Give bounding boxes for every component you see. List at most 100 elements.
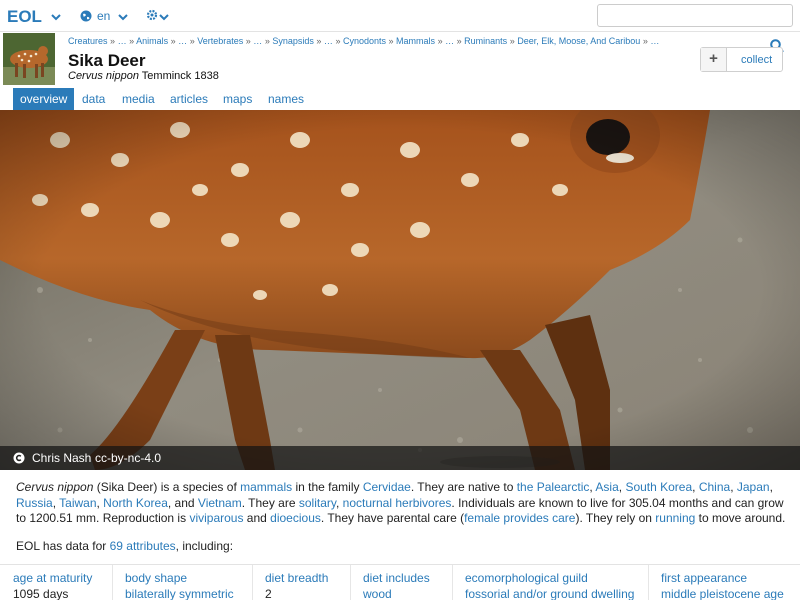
gear-icon[interactable] <box>146 9 158 21</box>
tab-overview[interactable]: overview <box>13 88 75 110</box>
language-selector[interactable]: en <box>97 9 110 23</box>
chevron-down-icon[interactable] <box>159 12 169 22</box>
summary-link[interactable]: nocturnal <box>343 496 392 510</box>
summary-link[interactable]: Asia <box>595 480 618 494</box>
summary-text: and <box>243 511 271 525</box>
breadcrumb-item[interactable]: Deer, Elk, Moose, And Caribou <box>517 36 640 46</box>
breadcrumb-item[interactable]: Ruminants <box>464 36 507 46</box>
breadcrumb-separator: » <box>110 36 116 46</box>
attribute-name[interactable]: diet includes <box>363 571 430 585</box>
summary-text: Cervus nippon <box>16 480 94 494</box>
summary-link[interactable]: Vietnam <box>198 496 242 510</box>
media-license[interactable]: cc-by-nc-4.0 <box>95 451 161 465</box>
media-author[interactable]: Chris Nash <box>32 451 91 465</box>
breadcrumb-item[interactable]: … <box>118 36 127 46</box>
breadcrumb-separator: » <box>129 36 135 46</box>
breadcrumb-separator: » <box>437 36 443 46</box>
column-divider <box>112 565 113 600</box>
attribute-value[interactable]: wood <box>363 587 392 600</box>
eol-logo[interactable]: EOL <box>7 7 43 25</box>
column-divider <box>452 565 453 600</box>
authority-text: Temminck 1838 <box>141 70 219 82</box>
summary-link[interactable]: China <box>699 480 730 494</box>
breadcrumb-item[interactable]: Animals <box>136 36 168 46</box>
summary-text: , <box>730 480 737 494</box>
summary-link[interactable]: Japan <box>737 480 770 494</box>
breadcrumb-item[interactable]: … <box>178 36 187 46</box>
breadcrumb-separator: » <box>456 36 462 46</box>
summary-link[interactable]: North Korea <box>103 496 168 510</box>
attribute-value[interactable]: fossorial and/or ground dwelling <box>465 587 634 600</box>
summary-text: , <box>335 495 343 510</box>
breadcrumb-separator: » <box>335 36 341 46</box>
creative-commons-icon <box>13 452 25 464</box>
attribute-name[interactable]: ecomorphological guild <box>465 571 588 585</box>
breadcrumb-item[interactable]: … <box>445 36 454 46</box>
breadcrumb-separator: » <box>245 36 251 46</box>
breadcrumb-item[interactable]: … <box>324 36 333 46</box>
summary-text: (Sika Deer) is a species of <box>93 480 241 494</box>
breadcrumb-separator: » <box>189 36 195 46</box>
summary-link[interactable]: running <box>655 511 695 525</box>
plus-icon[interactable]: + <box>701 48 727 71</box>
collect-button[interactable]: + collect <box>700 47 783 72</box>
search-input[interactable] <box>597 4 793 27</box>
breadcrumb-item[interactable]: Synapsids <box>272 36 314 46</box>
breadcrumb-separator: » <box>264 36 270 46</box>
attribute-value[interactable]: bilaterally symmetric <box>125 587 234 600</box>
breadcrumb-item[interactable]: … <box>650 36 659 46</box>
summary-link[interactable]: Russia <box>16 496 53 510</box>
summary-text: to move around. <box>695 511 786 525</box>
breadcrumb-item[interactable]: Vertebrates <box>197 36 243 46</box>
tab-articles[interactable]: articles <box>163 88 215 110</box>
breadcrumb-separator: » <box>642 36 648 46</box>
eol-data-intro: EOL has data for 69 attributes, includin… <box>16 539 233 553</box>
attribute-value: 2 <box>265 587 272 600</box>
attributes-link[interactable]: 69 attributes <box>110 539 176 553</box>
attribute-value[interactable]: middle pleistocene age <box>661 587 784 600</box>
tab-media[interactable]: media <box>115 88 162 110</box>
breadcrumb: Creatures » … » Animals » … » Vertebrate… <box>68 36 659 46</box>
tab-maps[interactable]: maps <box>216 88 259 110</box>
breadcrumb-separator: » <box>388 36 394 46</box>
hero-image[interactable] <box>0 110 800 470</box>
attribute-name[interactable]: body shape <box>125 571 187 585</box>
column-divider <box>648 565 649 600</box>
summary-text: ). They rely on <box>575 511 656 525</box>
summary-link[interactable]: Taiwan <box>59 496 96 510</box>
tab-data[interactable]: data <box>75 88 112 110</box>
summary-link[interactable]: dioecious <box>270 511 321 525</box>
breadcrumb-item[interactable]: Mammals <box>396 36 435 46</box>
column-divider <box>252 565 253 600</box>
breadcrumb-item[interactable]: Cynodonts <box>343 36 386 46</box>
summary-link[interactable]: South Korea <box>625 480 692 494</box>
breadcrumb-item[interactable]: Creatures <box>68 36 108 46</box>
summary-link[interactable]: mammals <box>240 480 292 494</box>
summary-link[interactable]: female provides care <box>464 511 575 525</box>
breadcrumb-separator: » <box>509 36 515 46</box>
collect-label[interactable]: collect <box>741 54 772 66</box>
attribute-name[interactable]: diet breadth <box>265 571 328 585</box>
summary-text: , <box>692 480 699 494</box>
summary-text: , and <box>167 495 198 510</box>
summary-link[interactable]: Cervidae <box>363 480 411 494</box>
chevron-down-icon[interactable] <box>51 12 61 22</box>
scientific-name: Cervus nippon Temminck 1838 <box>68 70 219 82</box>
attribute-name[interactable]: age at maturity <box>13 571 92 585</box>
summary-link[interactable]: solitary <box>299 496 336 510</box>
chevron-down-icon[interactable] <box>118 12 128 22</box>
eol-data-text: , including: <box>175 539 234 553</box>
column-divider <box>350 565 351 600</box>
attribute-value: 1095 days <box>13 587 69 600</box>
globe-icon[interactable] <box>80 10 92 22</box>
summary-text: . They have parental care ( <box>320 511 465 525</box>
summary-link[interactable]: viviparous <box>189 511 243 525</box>
summary-link[interactable]: herbivores <box>395 496 451 510</box>
attribute-name[interactable]: first appearance <box>661 571 747 585</box>
breadcrumb-item[interactable]: … <box>253 36 262 46</box>
breadcrumb-separator: » <box>316 36 322 46</box>
summary-link[interactable]: the Palearctic <box>517 480 590 494</box>
summary-text: . They are native to <box>410 480 517 494</box>
tab-names[interactable]: names <box>261 88 311 110</box>
summary-text: , <box>769 480 773 494</box>
